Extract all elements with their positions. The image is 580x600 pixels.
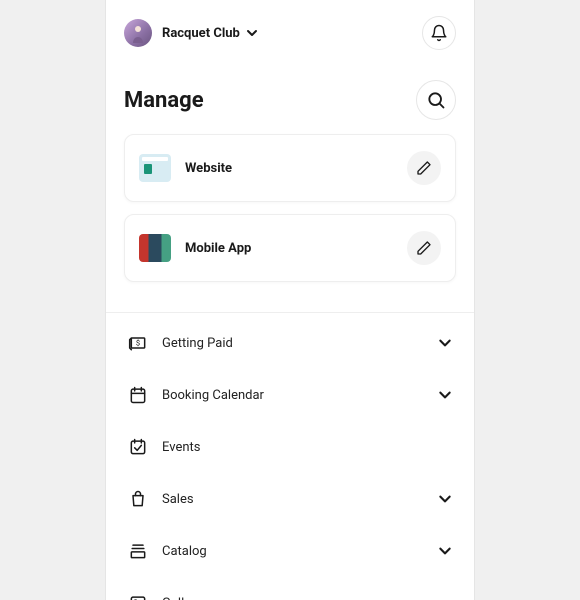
pencil-icon	[416, 160, 432, 176]
avatar[interactable]	[124, 19, 152, 47]
search-icon	[426, 90, 446, 110]
bag-icon	[128, 489, 148, 509]
menu-label: Events	[162, 440, 452, 455]
menu-item-getting-paid[interactable]: $ Getting Paid	[106, 317, 474, 369]
card-website[interactable]: Website	[124, 134, 456, 202]
menu-item-gallery[interactable]: Gallery	[106, 577, 474, 600]
workspace-selector[interactable]: Racquet Club	[162, 26, 422, 41]
menu-label: Sales	[162, 492, 438, 507]
menu-label: Catalog	[162, 544, 438, 559]
money-icon: $	[128, 333, 148, 353]
mobile-app-thumbnail-icon	[139, 234, 171, 262]
website-thumbnail-icon	[139, 154, 171, 182]
menu-label: Gallery	[162, 596, 452, 600]
edit-mobile-app-button[interactable]	[407, 231, 441, 265]
chevron-down-icon	[246, 27, 258, 39]
edit-website-button[interactable]	[407, 151, 441, 185]
notifications-button[interactable]	[422, 16, 456, 50]
menu-label: Getting Paid	[162, 336, 438, 351]
image-icon	[128, 593, 148, 600]
card-mobile-app[interactable]: Mobile App	[124, 214, 456, 282]
menu-item-sales[interactable]: Sales	[106, 473, 474, 525]
card-label: Mobile App	[185, 241, 407, 256]
app-panel: Racquet Club Manage Website	[105, 0, 475, 600]
title-row: Manage	[106, 66, 474, 134]
stack-icon	[128, 541, 148, 561]
chevron-down-icon	[438, 336, 452, 350]
card-label: Website	[185, 161, 407, 176]
page-title: Manage	[124, 88, 416, 113]
bell-icon	[430, 24, 448, 42]
menu-label: Booking Calendar	[162, 388, 438, 403]
chevron-down-icon	[438, 388, 452, 402]
chevron-down-icon	[438, 544, 452, 558]
menu-item-catalog[interactable]: Catalog	[106, 525, 474, 577]
chevron-down-icon	[438, 492, 452, 506]
header: Racquet Club	[106, 0, 474, 66]
checkbox-icon	[128, 437, 148, 457]
menu-item-booking-calendar[interactable]: Booking Calendar	[106, 369, 474, 421]
search-button[interactable]	[416, 80, 456, 120]
svg-text:$: $	[136, 339, 140, 348]
pencil-icon	[416, 240, 432, 256]
menu-item-events[interactable]: Events	[106, 421, 474, 473]
calendar-icon	[128, 385, 148, 405]
manage-cards: Website Mobile App	[106, 134, 474, 312]
menu-list: $ Getting Paid Booking Calendar Events	[106, 313, 474, 600]
workspace-name: Racquet Club	[162, 26, 240, 41]
